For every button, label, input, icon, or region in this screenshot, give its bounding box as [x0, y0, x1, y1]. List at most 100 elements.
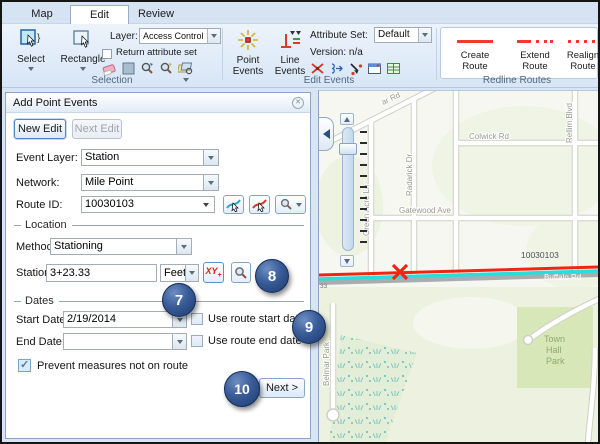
group-separator	[436, 28, 437, 80]
next-button[interactable]: Next >	[259, 378, 305, 398]
select-dropdown-caret[interactable]	[28, 67, 34, 71]
network-value[interactable]: Mile Point	[81, 174, 204, 191]
rectangle-dropdown-caret[interactable]	[80, 67, 86, 71]
event-layer-value[interactable]: Station	[81, 149, 204, 166]
event-attributes-window-icon[interactable]	[367, 61, 382, 76]
attribute-set-label: Attribute Set:	[310, 30, 368, 41]
park-label: Hall	[546, 345, 562, 355]
select-route-on-map-button[interactable]	[223, 195, 244, 214]
magnifier-icon	[280, 198, 293, 211]
use-route-start-date-checkbox[interactable]	[191, 313, 203, 325]
callout-10: 10	[224, 371, 260, 407]
edit-events-group-label: Edit Events	[222, 75, 436, 86]
zoom-tick	[360, 131, 367, 133]
dash-dot-line-icon	[517, 40, 553, 43]
callout-8: 8	[255, 259, 289, 293]
units-value[interactable]: Feet	[160, 264, 185, 282]
zoom-tick	[360, 186, 367, 188]
chevron-down-icon	[181, 245, 187, 249]
callout-9: 9	[292, 310, 326, 344]
route-clear-icon	[252, 197, 268, 212]
collapse-panel-button[interactable]	[319, 117, 334, 151]
return-attribute-set-checkbox[interactable]	[102, 49, 112, 59]
street-label: Gatewood Ave	[399, 206, 451, 215]
map-view[interactable]: ar Rd Green Acre Ln Radarick Dr Colwick …	[318, 90, 598, 442]
layer-dropdown-button[interactable]	[207, 29, 220, 43]
method-value[interactable]: Stationing	[50, 238, 177, 255]
measure-tick-label: 33	[320, 283, 328, 290]
zoom-tick	[360, 175, 367, 177]
eraser-icon[interactable]	[102, 61, 117, 76]
park-label: Town	[544, 334, 565, 344]
tab-map[interactable]: Map	[20, 5, 64, 24]
tab-edit[interactable]: Edit	[70, 5, 129, 24]
chevron-down-icon	[177, 340, 183, 344]
chevron-up-icon	[344, 117, 350, 122]
dates-legend: Dates	[14, 295, 304, 307]
route-search-dropdown-button[interactable]	[275, 195, 306, 214]
street-label: Green Acre Ln	[362, 184, 371, 236]
chevron-down-icon	[189, 271, 195, 275]
end-date-dropdown-button[interactable]	[173, 333, 187, 350]
create-route-button[interactable]: Create Route	[447, 34, 503, 72]
point-events-button[interactable]: Point Events	[228, 28, 268, 77]
use-route-end-date-checkbox[interactable]	[191, 335, 203, 347]
route-id-map-label: 10030103	[521, 250, 559, 260]
attribute-table-icon[interactable]	[386, 61, 401, 76]
close-icon[interactable]: ✕	[292, 97, 304, 109]
route-id-caret[interactable]	[203, 203, 209, 207]
layer-combobox[interactable]: Access Control	[139, 28, 221, 44]
event-layer-label: Event Layer:	[16, 152, 78, 164]
zoom-in-button[interactable]	[340, 113, 354, 125]
station-input[interactable]: 3+23.33	[46, 264, 157, 282]
snap-event-icon[interactable]	[348, 61, 363, 76]
attribute-set-combobox[interactable]: Default	[374, 27, 432, 43]
selectable-layers-icon[interactable]	[178, 61, 193, 76]
realign-route-button[interactable]: Realign Route	[567, 34, 599, 72]
xy-coordinates-button[interactable]: XY	[203, 262, 224, 283]
zoom-slider-thumb[interactable]	[339, 143, 357, 155]
pan-to-selected-icon[interactable]	[159, 61, 174, 76]
select-tool-icon: }	[19, 28, 43, 54]
network-dropdown-button[interactable]	[204, 174, 219, 191]
return-attribute-set-label: Return attribute set	[116, 47, 197, 58]
next-edit-button[interactable]: Next Edit	[72, 119, 122, 139]
attribute-set-dropdown-button[interactable]	[418, 28, 431, 42]
clear-route-selection-button[interactable]	[249, 195, 270, 214]
line-events-button[interactable]: Line Events	[270, 28, 310, 77]
extend-route-button[interactable]: Extend Route	[507, 34, 563, 72]
callout-7: 7	[162, 283, 196, 317]
attribute-set-value: Default	[375, 28, 418, 42]
panel-header: Add Point Events ✕	[6, 93, 310, 113]
new-edit-button[interactable]: New Edit	[14, 119, 66, 139]
location-legend: Location	[14, 219, 304, 231]
zoom-to-selected-icon[interactable]	[140, 61, 155, 76]
svg-text:}: }	[37, 33, 41, 44]
panel-title: Add Point Events	[13, 97, 97, 109]
split-event-icon[interactable]	[310, 61, 325, 76]
prevent-measures-checkbox[interactable]	[18, 359, 31, 372]
park-label: Park	[546, 356, 565, 366]
clear-selection-icon[interactable]	[121, 61, 136, 76]
tab-review[interactable]: Review	[133, 5, 179, 24]
extend-route-label: Extend Route	[507, 51, 563, 72]
use-route-start-date-label: Use route start date	[208, 313, 305, 325]
merge-events-icon[interactable]	[329, 61, 344, 76]
start-date-input[interactable]: 2/19/2014	[63, 311, 173, 328]
method-dropdown-button[interactable]	[177, 238, 192, 255]
use-route-end-date-label: Use route end date	[208, 335, 302, 347]
station-search-button[interactable]	[231, 262, 251, 283]
zoom-tick	[360, 142, 367, 144]
layer-value: Access Control	[140, 29, 207, 43]
event-layer-dropdown-button[interactable]	[204, 149, 219, 166]
select-button[interactable]: } Select	[8, 28, 54, 71]
zoom-out-button[interactable]	[340, 255, 354, 267]
route-id-combobox[interactable]: 10030103	[81, 196, 215, 213]
layer-label: Layer:	[110, 31, 138, 42]
end-date-input[interactable]	[63, 333, 173, 350]
end-date-label: End Date:	[16, 336, 65, 348]
units-dropdown-button[interactable]	[185, 264, 199, 282]
chevron-down-icon	[177, 318, 183, 322]
realign-route-label: Realign Route	[567, 51, 599, 72]
point-events-icon	[236, 28, 260, 55]
